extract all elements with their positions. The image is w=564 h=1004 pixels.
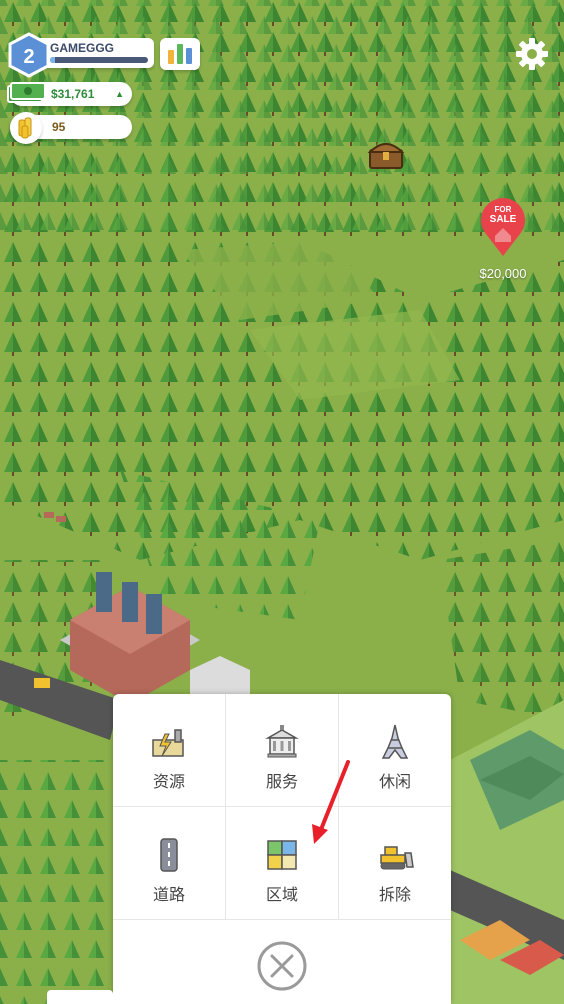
menu-item-label: 区域 [265,887,298,904]
level-badge-icon[interactable]: 2 [6,32,52,78]
cash-stack-icon [7,82,46,103]
stats-bar-icon [186,48,192,64]
for-sale-marker-icon[interactable]: FOR SALE [478,196,528,258]
stats-bar-icon [177,44,183,64]
for-sale-line2: SALE [490,214,517,225]
menu-item-label: 休闲 [378,774,411,791]
eiffel-tower-icon [381,724,409,759]
road-icon [160,838,178,872]
city-hall-icon [265,725,299,758]
menu-item-resources[interactable]: 资源 [113,694,225,806]
red-arrow-icon [312,760,350,844]
coins-value: 95 [52,120,66,134]
build-menu: 资源 服务 休闲 道路 区域 拆除 [113,694,451,1004]
bulldozer-icon [380,846,414,870]
menu-item-label: 服务 [265,774,298,791]
for-sale-line1: FOR [495,205,512,214]
gold-coins-icon [10,112,42,144]
xp-progress-track [50,57,148,63]
menu-item-roads[interactable]: 道路 [113,807,225,919]
close-circle-icon[interactable] [256,940,308,992]
player-name: GAMEGGG [50,41,115,55]
menu-divider [113,919,451,920]
statistics-button[interactable] [160,38,200,70]
stats-bar-icon [168,50,174,64]
for-sale-price: $20,000 [479,266,527,281]
money-value: $31,761 [51,87,95,101]
money-trend-icon: ▲ [115,89,124,99]
gear-icon[interactable] [514,36,550,72]
menu-item-label: 资源 [152,774,185,791]
treasure-chest-icon[interactable] [366,134,406,174]
bottom-panel-tab[interactable] [47,990,113,1004]
menu-item-label: 道路 [152,887,185,904]
menu-item-label: 拆除 [378,887,411,904]
power-plant-icon [152,729,184,757]
level-number: 2 [23,46,34,68]
zone-grid-icon [267,840,297,870]
